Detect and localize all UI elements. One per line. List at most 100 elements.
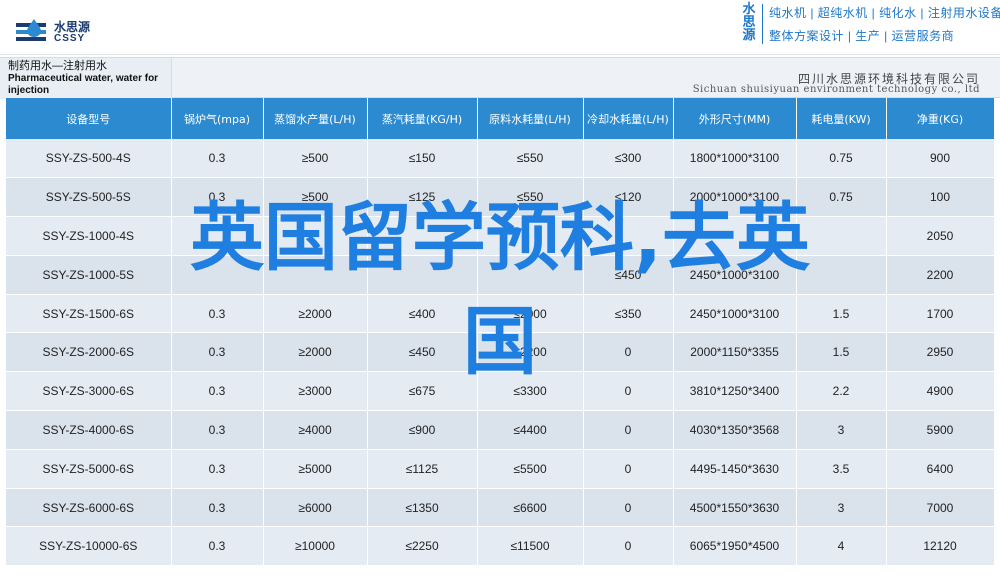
table-cell: 5900 (886, 410, 995, 450)
table-cell: ≤4400 (477, 410, 584, 450)
company-name-en: Sichuan shuisiyuan environment technolog… (692, 84, 980, 95)
table-cell: ≤125 (367, 177, 478, 218)
table-cell: 0.3 (171, 294, 264, 334)
table-cell: 6400 (886, 449, 995, 489)
table-cell: ≤2250 (367, 526, 478, 567)
table-cell: ≤675 (367, 371, 478, 412)
table-row: SSY-ZS-3000-6S 0.3 ≥3000 ≤675 ≤3300 0 38… (6, 371, 995, 412)
column-header: 净重(KG) (886, 98, 995, 139)
table-cell: 3 (796, 488, 887, 528)
title-band: 制药用水—注射用水 Pharmaceutical water, water fo… (0, 57, 1000, 99)
table-cell: 2050 (886, 216, 995, 256)
table-cell: ≤550 (477, 177, 584, 218)
table-cell: 4500*1550*3630 (673, 488, 797, 528)
table-row: SSY-ZS-4000-6S 0.3 ≥4000 ≤900 ≤4400 0 40… (6, 410, 995, 450)
table-cell: ≤2000 (477, 294, 584, 334)
table-cell: 12120 (886, 526, 995, 567)
table-cell: 0 (583, 332, 674, 373)
column-header: 锅炉气(mpa) (171, 98, 264, 139)
table-cell: 0 (583, 371, 674, 412)
table-cell: 1.5 (796, 294, 887, 334)
table-cell: ≤6600 (477, 488, 584, 528)
table-cell: 1700 (886, 294, 995, 334)
table-cell: SSY-ZS-500-5S (6, 177, 172, 218)
table-cell (171, 255, 264, 295)
table-cell: 2450*1000*3100 (673, 294, 797, 334)
table-cell: SSY-ZS-500-4S (6, 139, 172, 179)
table-cell: ≥2000 (263, 332, 368, 373)
table-cell: 2000*1150*3355 (673, 332, 797, 373)
product-title-en-2: injection (8, 85, 50, 96)
column-header: 冷却水耗量(L/H) (583, 98, 674, 139)
table-cell: 0.3 (171, 371, 264, 412)
table-row: SSY-ZS-6000-6S 0.3 ≥6000 ≤1350 ≤6600 0 4… (6, 488, 995, 528)
company-logo[interactable]: 水思源 CSSY (14, 14, 124, 50)
table-cell: ≤400 (367, 294, 478, 334)
table-cell: 100 (886, 177, 995, 218)
brand-divider (762, 4, 763, 44)
table-cell: SSY-ZS-2000-6S (6, 332, 172, 373)
table-cell: ≤550 (477, 139, 584, 179)
column-header: 设备型号 (6, 98, 172, 139)
brand-vertical-name: 水 思 源 (740, 2, 758, 41)
table-cell: ≤450 (583, 255, 674, 295)
table-cell: ≥500 (263, 177, 368, 218)
column-header: 耗电量(KW) (796, 98, 887, 139)
table-cell: 900 (886, 139, 995, 179)
table-cell: ≥5000 (263, 449, 368, 489)
table-cell: ≤2200 (477, 332, 584, 373)
spec-table: 设备型号 锅炉气(mpa) 蒸馏水产量(L/H) 蒸汽耗量(KG/H) 原料水耗… (6, 98, 995, 567)
table-row: SSY-ZS-2000-6S 0.3 ≥2000 ≤450 ≤2200 0 20… (6, 332, 995, 373)
table-cell (477, 255, 584, 295)
table-cell: 2200 (886, 255, 995, 295)
table-cell: SSY-ZS-1500-6S (6, 294, 172, 334)
table-cell: 4495-1450*3630 (673, 449, 797, 489)
water-drop-logo-icon (16, 19, 46, 41)
table-cell (263, 255, 368, 295)
table-cell: 2000*1000*3100 (673, 177, 797, 218)
product-title-cn: 制药用水—注射用水 (8, 60, 107, 72)
table-cell: ≤1125 (367, 449, 478, 489)
table-cell: ≤3300 (477, 371, 584, 412)
table-row: SSY-ZS-5000-6S 0.3 ≥5000 ≤1125 ≤5500 0 4… (6, 449, 995, 489)
brand-line-products: 纯水机 | 超纯水机 | 纯化水 | 注射用水设备 (769, 6, 1000, 20)
table-row: SSY-ZS-1000-5S ≤450 2450*1000*3100 2200 (6, 255, 995, 295)
product-title: 制药用水—注射用水 Pharmaceutical water, water fo… (0, 58, 172, 99)
table-cell: 2450*1000*3100 (673, 255, 797, 295)
table-cell: SSY-ZS-6000-6S (6, 488, 172, 528)
table-cell: ≥500 (263, 139, 368, 179)
table-cell: 2950 (886, 332, 995, 373)
table-cell: ≥3000 (263, 371, 368, 412)
table-cell: ≤450 (367, 332, 478, 373)
table-cell: SSY-ZS-5000-6S (6, 449, 172, 489)
table-cell: ≤300 (583, 139, 674, 179)
table-cell: 0.3 (171, 488, 264, 528)
column-header: 外形尺寸(MM) (673, 98, 797, 139)
table-cell (796, 216, 887, 256)
table-row: SSY-ZS-500-4S 0.3 ≥500 ≤150 ≤550 ≤300 18… (6, 139, 995, 179)
table-cell: 4030*1350*3568 (673, 410, 797, 450)
table-cell: ≤11500 (477, 526, 584, 567)
table-row: SSY-ZS-10000-6S 0.3 ≥10000 ≤2250 ≤11500 … (6, 526, 995, 567)
table-row: SSY-ZS-500-5S 0.3 ≥500 ≤125 ≤550 ≤120 20… (6, 177, 995, 218)
table-cell: 0.3 (171, 449, 264, 489)
table-cell (263, 216, 368, 256)
table-cell (583, 216, 674, 256)
table-cell: ≥4000 (263, 410, 368, 450)
brand-slogan: 水 思 源 纯水机 | 超纯水机 | 纯化水 | 注射用水设备 整体方案设计 |… (736, 0, 1000, 50)
table-cell: 0.3 (171, 139, 264, 179)
table-cell: 3810*1250*3400 (673, 371, 797, 412)
table-cell: 1.5 (796, 332, 887, 373)
table-cell: 0 (583, 410, 674, 450)
product-title-en-1: Pharmaceutical water, water for (8, 73, 159, 84)
table-cell: 4 (796, 526, 887, 567)
table-cell: 0 (583, 526, 674, 567)
table-cell (367, 216, 478, 256)
column-header: 蒸汽耗量(KG/H) (367, 98, 478, 139)
table-cell: SSY-ZS-4000-6S (6, 410, 172, 450)
table-cell: 7000 (886, 488, 995, 528)
table-cell: 3.5 (796, 449, 887, 489)
table-cell: 0.75 (796, 177, 887, 218)
table-cell: ≤900 (367, 410, 478, 450)
table-cell: SSY-ZS-1000-5S (6, 255, 172, 295)
